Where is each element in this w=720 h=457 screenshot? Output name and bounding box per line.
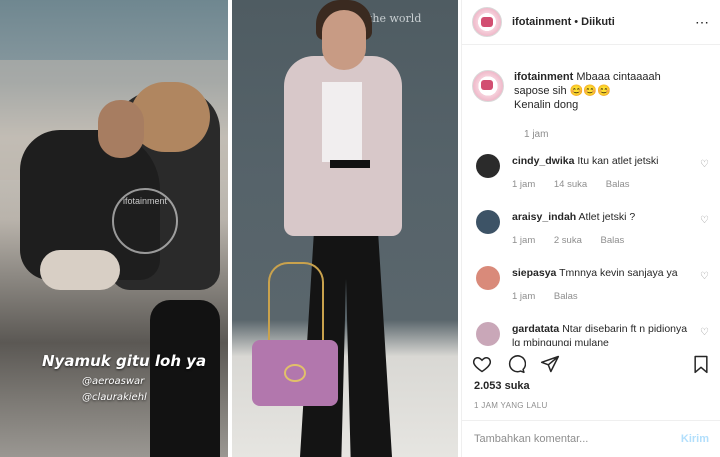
comment-text: Itu kan atlet jetski: [577, 155, 659, 167]
bag-strap: [268, 262, 324, 342]
header-username[interactable]: ifotainment: [512, 16, 571, 28]
belt-shape: [330, 160, 370, 168]
comment-body: cindy_dwika Itu kan atlet jetski 1 jam 1…: [512, 154, 692, 192]
story-image: ifotainment Nyamuk gitu loh ya @aeroaswa…: [0, 0, 228, 457]
comment-heart-icon[interactable]: ♡: [700, 327, 709, 338]
comment-username[interactable]: araisy_indah: [512, 211, 576, 223]
comment-avatar[interactable]: [476, 266, 500, 290]
comment-avatar[interactable]: [476, 154, 500, 178]
comment-meta: 1 jam 2 suka Balas: [512, 234, 692, 248]
bookmark-icon[interactable]: [691, 354, 711, 374]
comment-text: Atlet jetski ?: [578, 211, 636, 223]
story-mention-1: @aeroaswar: [82, 376, 145, 387]
heart-icon[interactable]: [472, 354, 492, 374]
boot-shape: [150, 300, 220, 457]
post-timestamp: 1 JAM YANG LALU: [474, 401, 548, 410]
post-header: ifotainment • Diikuti ⋯: [462, 0, 720, 45]
comment-item: cindy_dwika Itu kan atlet jetski 1 jam 1…: [472, 154, 711, 192]
comment-item: siepasya Tmnnya kevin sanjaya ya 1 jam B…: [472, 266, 711, 304]
model-face: [322, 10, 366, 70]
comment-text: Tmnnya kevin sanjaya ya: [559, 267, 678, 279]
profile-avatar[interactable]: [472, 7, 502, 37]
follow-status[interactable]: Diikuti: [581, 16, 615, 28]
watermark-logo: ifotainment: [112, 188, 178, 254]
instagram-post-screenshot: ifotainment Nyamuk gitu loh ya @aeroaswa…: [0, 0, 720, 457]
comment-icon[interactable]: [506, 354, 526, 374]
story-mention-2: @claurakiehl: [82, 392, 147, 403]
caption-time: 1 jam: [524, 129, 549, 140]
caption-text-2: Kenalin dong: [514, 99, 579, 111]
comment-reply-button[interactable]: Balas: [601, 235, 625, 246]
comment-avatar[interactable]: [476, 322, 500, 346]
comment-heart-icon[interactable]: ♡: [700, 271, 709, 282]
comment-time: 1 jam: [512, 291, 536, 302]
post-panel: ifotainment • Diikuti ⋯ ifotainment Mbaa…: [461, 0, 720, 457]
bag-logo: [284, 364, 306, 382]
comment-body: siepasya Tmnnya kevin sanjaya ya 1 jam B…: [512, 266, 692, 304]
header-separator: •: [574, 16, 579, 28]
comment-body: araisy_indah Atlet jetski ? 1 jam 2 suka…: [512, 210, 692, 248]
comment-reply-button[interactable]: Balas: [606, 179, 630, 190]
comment-item: gardatata Ntar disebarin ft n pidionya l…: [472, 322, 711, 346]
watermark-text: ifotainment: [122, 196, 168, 206]
caption-username[interactable]: ifotainment: [514, 71, 573, 83]
comment-time: 1 jam: [512, 179, 536, 190]
comment-likes[interactable]: 2 suka: [554, 235, 582, 246]
comment-meta: 1 jam Balas: [512, 290, 692, 304]
comments-list[interactable]: ifotainment Mbaaa cintaaaah sapose sih 😊…: [462, 46, 720, 346]
likes-count[interactable]: 2.053 suka: [474, 380, 530, 392]
comment-heart-icon[interactable]: ♡: [700, 215, 709, 226]
pillow-shape: [40, 250, 120, 290]
comment-body: gardatata Ntar disebarin ft n pidionya l…: [512, 322, 692, 346]
action-bar: [472, 352, 711, 376]
post-caption: ifotainment Mbaaa cintaaaah sapose sih 😊…: [472, 70, 711, 112]
man-head: [98, 100, 144, 158]
share-icon[interactable]: [540, 354, 560, 374]
comment-likes[interactable]: 14 suka: [554, 179, 587, 190]
comment-avatar[interactable]: [476, 210, 500, 234]
comment-username[interactable]: gardatata: [512, 323, 559, 335]
story-caption: Nyamuk gitu loh ya: [42, 352, 207, 370]
post-comment-button[interactable]: Kirim: [681, 433, 709, 445]
comment-input[interactable]: [474, 433, 664, 445]
comment-item: araisy_indah Atlet jetski ? 1 jam 2 suka…: [472, 210, 711, 248]
shirt-shape: [322, 82, 362, 162]
caption-avatar[interactable]: [472, 70, 504, 102]
comment-meta: 1 jam 14 suka Balas: [512, 178, 692, 192]
comment-reply-button[interactable]: Balas: [554, 291, 578, 302]
comment-username[interactable]: siepasya: [512, 267, 556, 279]
add-comment-bar: Kirim: [462, 420, 720, 457]
world-map-text: the world: [368, 12, 422, 25]
comment-time: 1 jam: [512, 235, 536, 246]
comment-username[interactable]: cindy_dwika: [512, 155, 574, 167]
more-options-icon[interactable]: ⋯: [695, 14, 710, 31]
caption-body: ifotainment Mbaaa cintaaaah sapose sih 😊…: [514, 70, 694, 112]
comment-heart-icon[interactable]: ♡: [700, 159, 709, 170]
fashion-image: the world: [232, 0, 458, 457]
